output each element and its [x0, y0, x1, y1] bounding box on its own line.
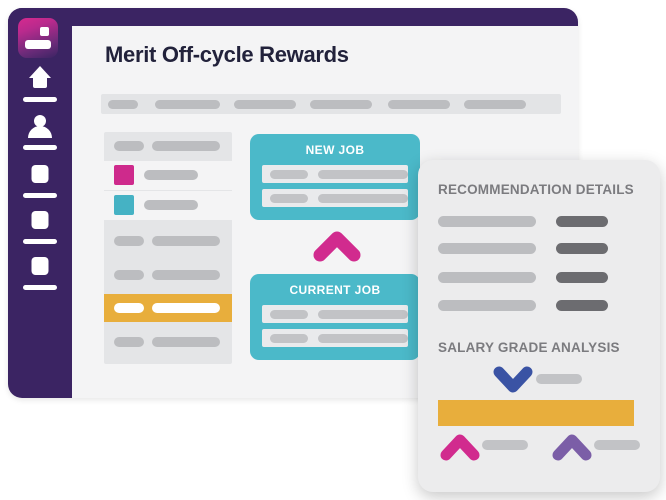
- sidebar-item-square-2[interactable]: [8, 208, 72, 244]
- list-pill: [152, 141, 220, 151]
- salary-grade-analysis-heading: SALARY GRADE ANALYSIS: [438, 340, 620, 355]
- square-icon: [31, 208, 49, 229]
- sidebar-item-label-bar: [23, 145, 57, 150]
- list-pill: [144, 200, 198, 210]
- chevron-up-icon: [440, 432, 480, 467]
- chevron-up-icon: [552, 432, 592, 467]
- list-item[interactable]: [104, 191, 232, 220]
- color-swatch-magenta: [114, 165, 134, 185]
- sidebar-item-person[interactable]: [8, 114, 72, 150]
- page-title: Merit Off-cycle Rewards: [105, 42, 349, 67]
- new-job-card[interactable]: NEW JOB: [250, 134, 420, 220]
- sidebar-item-label-bar: [23, 285, 57, 290]
- current-job-title: CURRENT JOB: [289, 283, 381, 297]
- job-pill: [318, 194, 408, 203]
- recommendation-details-heading: RECOMMENDATION DETAILS: [438, 182, 634, 197]
- detail-overlay-card: RECOMMENDATION DETAILS SALARY GRADE ANAL…: [418, 160, 660, 492]
- list-pill: [114, 270, 144, 280]
- detail-value-pill: [556, 243, 608, 254]
- toolbar: [101, 94, 561, 114]
- logo-dot-shape: [40, 27, 49, 36]
- detail-value-pill: [556, 300, 608, 311]
- sidebar-item-square-3[interactable]: [8, 254, 72, 290]
- logo-bar-shape: [25, 40, 51, 49]
- list-item-selected[interactable]: [104, 294, 232, 322]
- list-item[interactable]: [104, 161, 232, 190]
- toolbar-pill[interactable]: [464, 100, 526, 109]
- square-icon: [31, 162, 49, 183]
- job-pill: [270, 170, 308, 179]
- detail-label-pill: [438, 216, 536, 227]
- detail-label-pill: [438, 272, 536, 283]
- sidebar-item-label-bar: [23, 239, 57, 244]
- list-pill: [152, 270, 220, 280]
- left-list-panel: [104, 132, 232, 364]
- job-detail-row: [262, 165, 408, 183]
- detail-label-pill: [438, 300, 536, 311]
- marker-label-pill: [536, 374, 582, 384]
- current-job-card[interactable]: CURRENT JOB: [250, 274, 420, 360]
- detail-value-pill: [556, 272, 608, 283]
- job-detail-row: [262, 329, 408, 347]
- chevron-down-icon: [493, 365, 533, 400]
- job-pill: [270, 310, 308, 319]
- person-icon: [27, 114, 53, 138]
- sidebar: [8, 8, 72, 398]
- chevron-up-icon: [313, 228, 361, 267]
- list-item[interactable]: [104, 227, 232, 255]
- app-logo[interactable]: [18, 18, 58, 58]
- job-pill: [270, 334, 308, 343]
- toolbar-pill[interactable]: [155, 100, 220, 109]
- sidebar-item-label-bar: [23, 193, 57, 198]
- marker-label-pill: [482, 440, 528, 450]
- sidebar-item-square-1[interactable]: [8, 162, 72, 198]
- job-detail-row: [262, 189, 408, 207]
- list-pill: [144, 170, 198, 180]
- list-pill: [114, 303, 144, 313]
- new-job-title: NEW JOB: [305, 143, 365, 157]
- toolbar-pill[interactable]: [234, 100, 296, 109]
- list-item[interactable]: [104, 328, 232, 356]
- job-detail-row: [262, 305, 408, 323]
- job-pill: [318, 310, 408, 319]
- marker-label-pill: [594, 440, 640, 450]
- square-icon: [31, 254, 49, 275]
- sidebar-item-upload[interactable]: [8, 66, 72, 102]
- window-titlebar: [8, 8, 578, 26]
- list-header-row: [104, 132, 232, 160]
- salary-grade-bar: [438, 400, 634, 426]
- color-swatch-teal: [114, 195, 134, 215]
- list-pill: [152, 303, 220, 313]
- job-pill: [270, 194, 308, 203]
- toolbar-pill[interactable]: [310, 100, 372, 109]
- detail-value-pill: [556, 216, 608, 227]
- job-pill: [318, 334, 408, 343]
- sidebar-item-label-bar: [23, 97, 57, 102]
- toolbar-pill[interactable]: [108, 100, 138, 109]
- detail-label-pill: [438, 243, 536, 254]
- list-pill: [114, 236, 144, 246]
- list-pill: [152, 236, 220, 246]
- list-pill: [114, 141, 144, 151]
- job-pill: [318, 170, 408, 179]
- upload-icon: [27, 66, 53, 90]
- list-pill: [114, 337, 144, 347]
- screenshot-stage: Merit Off-cycle Rewards NEW JOB CURRENT …: [0, 0, 666, 500]
- toolbar-pill[interactable]: [388, 100, 450, 109]
- list-pill: [152, 337, 220, 347]
- list-item[interactable]: [104, 261, 232, 289]
